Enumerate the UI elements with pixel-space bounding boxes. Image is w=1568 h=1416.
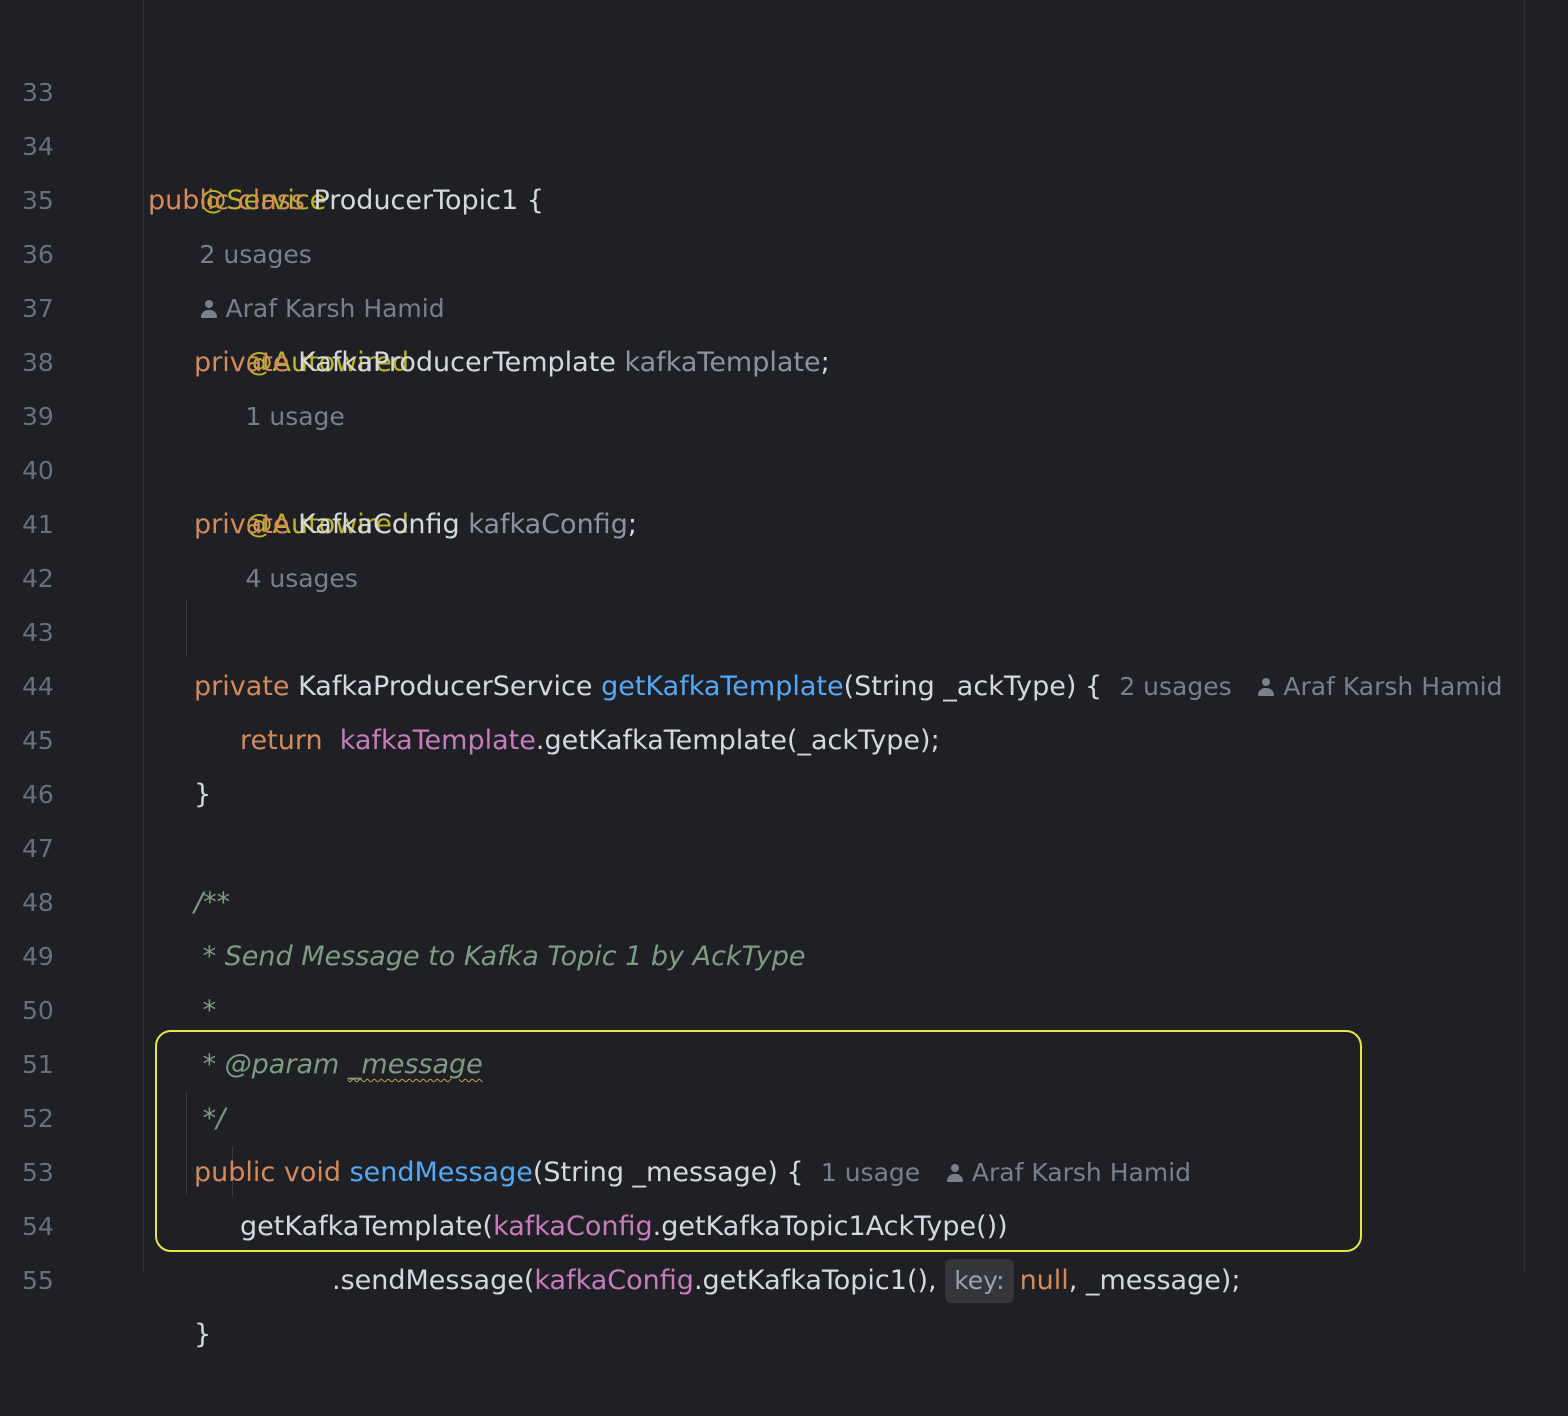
code-line-39[interactable]: 39 @Autowired 4 usages — [0, 336, 1568, 593]
code-line-38[interactable]: 38 — [0, 282, 1568, 377]
code-line-42[interactable]: 42 — [0, 498, 1568, 593]
line-number[interactable]: 55 — [22, 1254, 82, 1308]
code-line-33[interactable]: 33 @Service 2 usages Araf Karsh Hamid — [0, 12, 1568, 323]
code-line-37[interactable]: 37 private KafkaProducerTemplate kafkaTe… — [0, 228, 1568, 378]
instance-field: kafkaConfig — [534, 1265, 694, 1296]
code-line-41[interactable]: 41 — [0, 444, 1568, 539]
code-editor[interactable]: 33 @Service 2 usages Araf Karsh Hamid 34… — [0, 0, 1568, 1350]
code-line-36[interactable]: 36 @Autowired 1 usage — [0, 174, 1568, 431]
code-line-47[interactable]: 47 /** — [0, 768, 1568, 918]
code-line-40[interactable]: 40 private KafkaConfig kafkaConfig; — [0, 390, 1568, 540]
code-line-43[interactable]: 43 private KafkaProducerService getKafka… — [0, 552, 1568, 702]
method-call: , _message); — [1068, 1265, 1241, 1296]
brace: } — [194, 1319, 212, 1350]
code-line-48[interactable]: 48 * Send Message to Kafka Topic 1 by Ac… — [0, 822, 1568, 972]
code-line-34[interactable]: 34 public class ProducerTopic1 { — [0, 66, 1568, 216]
code-line-49[interactable]: 49 * — [0, 876, 1568, 1026]
keyword-null: null — [1019, 1265, 1069, 1296]
method-call: .getKafkaTopic1(), — [693, 1265, 946, 1296]
code-line-45[interactable]: 45 } — [0, 660, 1568, 810]
parameter-name-hint[interactable]: key: — [945, 1259, 1014, 1303]
code-line-35[interactable]: 35 — [0, 120, 1568, 215]
code-line-44[interactable]: 44 return kafkaTemplate.getKafkaTemplate… — [0, 606, 1568, 756]
code-line-46[interactable]: 46 — [0, 714, 1568, 809]
highlight-box — [155, 1030, 1362, 1252]
method-call: .sendMessage( — [332, 1265, 535, 1296]
code-line-50[interactable]: 50 * @param _message — [0, 930, 1568, 1080]
